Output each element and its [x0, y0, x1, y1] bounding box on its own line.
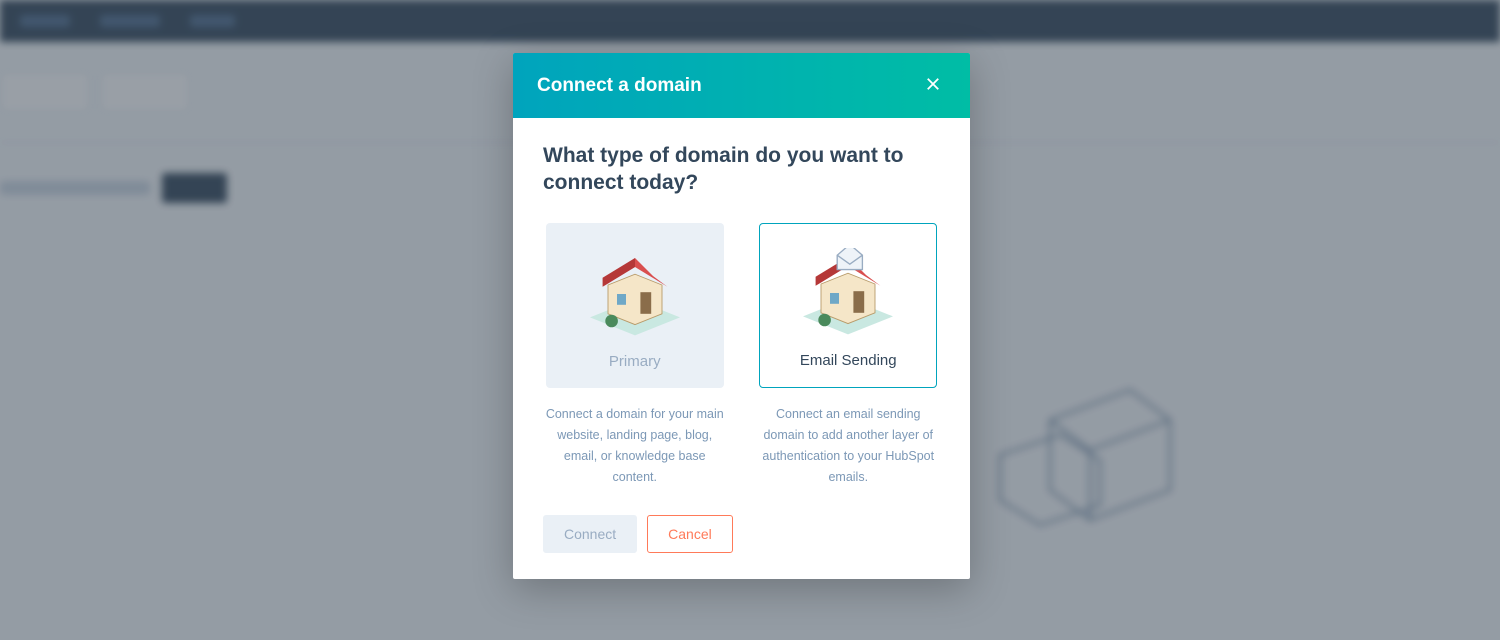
modal-body: What type of domain do you want to conne… — [513, 118, 970, 579]
modal-title: Connect a domain — [537, 75, 702, 97]
option-primary-label: Primary — [609, 353, 661, 370]
modal-question: What type of domain do you want to conne… — [543, 142, 940, 197]
close-icon — [924, 81, 942, 96]
house-envelope-icon — [793, 248, 903, 338]
option-primary-col: Primary Connect a domain for your main w… — [543, 223, 727, 489]
option-email-label: Email Sending — [800, 352, 897, 369]
connect-domain-modal: Connect a domain What type of domain do … — [513, 53, 970, 579]
connect-button[interactable]: Connect — [543, 515, 637, 553]
option-primary-desc: Connect a domain for your main website, … — [543, 404, 727, 489]
option-email-card[interactable]: Email Sending — [759, 223, 937, 388]
modal-header: Connect a domain — [513, 53, 970, 118]
cancel-button[interactable]: Cancel — [647, 515, 733, 553]
option-primary-card: Primary — [546, 223, 724, 388]
option-email-desc: Connect an email sending domain to add a… — [757, 404, 941, 489]
domain-type-options: Primary Connect a domain for your main w… — [543, 223, 940, 489]
close-button[interactable] — [920, 71, 946, 100]
modal-footer: Connect Cancel — [543, 515, 940, 553]
option-email-col: Email Sending Connect an email sending d… — [757, 223, 941, 489]
house-icon — [580, 249, 690, 339]
